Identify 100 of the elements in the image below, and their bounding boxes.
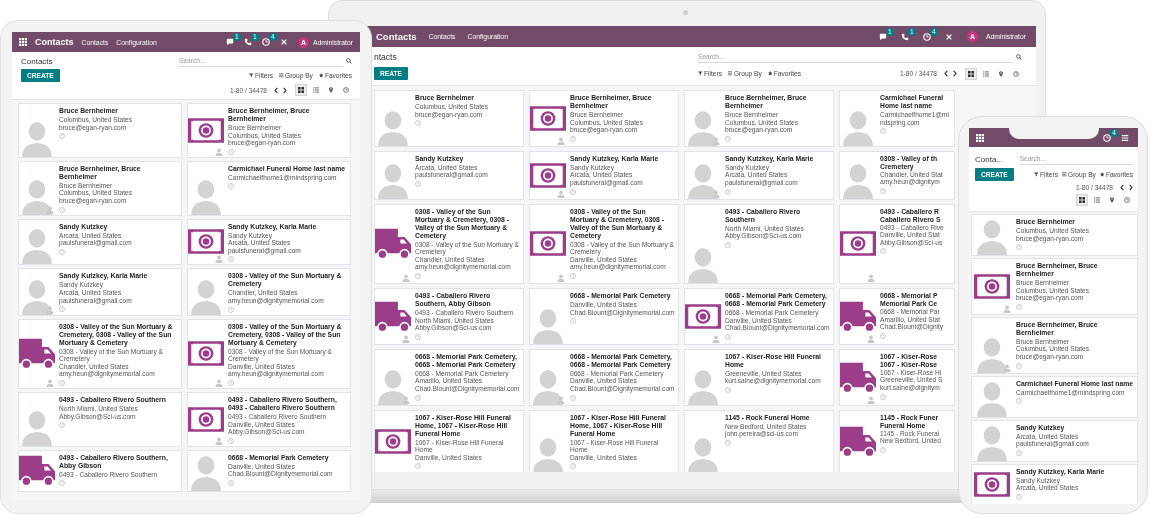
view-button[interactable] bbox=[1076, 194, 1088, 206]
activity-clock-icon[interactable] bbox=[880, 332, 886, 339]
activity-clock-icon[interactable] bbox=[570, 318, 576, 325]
activity-clock-icon[interactable] bbox=[228, 437, 234, 444]
activity-clock-icon[interactable] bbox=[1016, 449, 1022, 456]
apps-grid-icon[interactable] bbox=[976, 133, 984, 142]
activity-clock-icon[interactable] bbox=[1016, 493, 1022, 500]
star-icon bbox=[1099, 172, 1105, 177]
person-silhouette-icon bbox=[686, 435, 720, 472]
activity-clock-icon[interactable] bbox=[570, 463, 576, 470]
list-view-icon bbox=[313, 87, 319, 93]
banknote-icon bbox=[188, 229, 224, 255]
activity-clock-icon[interactable] bbox=[228, 306, 234, 313]
star-icon bbox=[767, 71, 773, 76]
activity-clock-icon[interactable] bbox=[228, 379, 234, 386]
activity-clock-icon[interactable] bbox=[880, 187, 886, 194]
camera-dot bbox=[683, 10, 688, 15]
chevron-left-icon[interactable] bbox=[274, 86, 278, 94]
activity-clock-icon[interactable] bbox=[415, 272, 421, 279]
activity-clock-icon[interactable] bbox=[59, 379, 65, 386]
map-pin-icon bbox=[998, 70, 1004, 77]
activity-clock-icon[interactable] bbox=[1016, 398, 1022, 405]
activity-clock-icon[interactable] bbox=[570, 272, 576, 279]
activity-clock-icon[interactable] bbox=[415, 463, 421, 470]
activity-clock-icon[interactable] bbox=[1016, 244, 1022, 251]
banknote-icon bbox=[530, 231, 566, 257]
view-button[interactable] bbox=[965, 67, 977, 80]
chevron-right-icon[interactable] bbox=[953, 70, 957, 77]
clock-icon bbox=[1013, 70, 1019, 77]
bars-icon bbox=[1062, 172, 1067, 177]
activity-clock-icon[interactable] bbox=[725, 386, 731, 393]
activity-clock-icon[interactable] bbox=[415, 333, 421, 340]
search-icon[interactable] bbox=[346, 58, 352, 64]
app-title: Contacts bbox=[376, 31, 417, 42]
activity-clock-icon[interactable] bbox=[59, 133, 65, 140]
activity-clock-icon[interactable] bbox=[228, 256, 234, 263]
menu-icon[interactable] bbox=[1121, 133, 1129, 142]
chevron-left-icon[interactable] bbox=[944, 70, 948, 77]
banknote-icon bbox=[974, 472, 1010, 498]
activity-clock-icon[interactable] bbox=[59, 248, 65, 255]
activity-clock-icon[interactable] bbox=[725, 135, 731, 142]
truck-icon bbox=[840, 425, 876, 459]
clock-icon[interactable] bbox=[922, 32, 931, 41]
activity-clock-icon[interactable] bbox=[570, 394, 576, 401]
truck-icon bbox=[19, 454, 55, 488]
activity-clock-icon[interactable] bbox=[415, 120, 421, 127]
phone-icon[interactable] bbox=[243, 38, 252, 46]
activity-clock-icon[interactable] bbox=[570, 135, 576, 142]
activity-clock-icon[interactable] bbox=[415, 394, 421, 401]
activity-clock-icon[interactable] bbox=[228, 183, 234, 190]
activity-clock-icon[interactable] bbox=[880, 128, 886, 135]
grid-view-icon bbox=[968, 70, 974, 77]
chat-icon[interactable] bbox=[225, 38, 234, 46]
activity-clock-icon[interactable] bbox=[880, 393, 886, 400]
activity-clock-icon[interactable] bbox=[880, 446, 886, 453]
chat-icon[interactable] bbox=[878, 32, 887, 41]
clock-icon[interactable] bbox=[261, 38, 270, 46]
person-silhouette-icon bbox=[975, 217, 1009, 255]
activity-clock-icon[interactable] bbox=[59, 480, 65, 487]
activity-clock-icon[interactable] bbox=[570, 188, 576, 195]
banknote-icon bbox=[840, 231, 876, 257]
activity-clock-icon[interactable] bbox=[725, 188, 731, 195]
close-icon[interactable] bbox=[279, 38, 288, 46]
funnel-icon bbox=[1034, 172, 1039, 177]
activity-clock-icon[interactable] bbox=[880, 248, 886, 255]
person-silhouette-icon bbox=[20, 226, 54, 265]
bars-icon bbox=[727, 71, 733, 76]
chevron-right-icon[interactable] bbox=[1129, 184, 1133, 191]
funnel-icon bbox=[249, 73, 254, 78]
close-icon[interactable] bbox=[944, 32, 953, 41]
list-view-icon bbox=[1094, 197, 1100, 203]
phone-icon[interactable] bbox=[900, 32, 909, 41]
view-button[interactable] bbox=[295, 84, 307, 96]
clock-icon[interactable] bbox=[1103, 133, 1111, 142]
truck-icon bbox=[19, 337, 55, 371]
list-view-icon bbox=[983, 70, 989, 77]
apps-grid-icon[interactable] bbox=[19, 38, 27, 46]
activity-clock-icon[interactable] bbox=[725, 241, 731, 248]
chevron-left-icon[interactable] bbox=[1120, 184, 1124, 191]
search-icon[interactable] bbox=[1016, 54, 1022, 60]
banknote-icon bbox=[188, 406, 224, 432]
activity-clock-icon[interactable] bbox=[725, 439, 731, 446]
banknote-icon bbox=[375, 429, 411, 455]
map-pin-icon bbox=[328, 87, 334, 93]
activity-clock-icon[interactable] bbox=[1016, 362, 1022, 369]
activity-clock-icon[interactable] bbox=[415, 180, 421, 187]
grid-view-icon bbox=[1079, 197, 1085, 203]
bars-icon bbox=[279, 73, 284, 78]
activity-clock-icon[interactable] bbox=[1016, 303, 1022, 310]
banknote-icon bbox=[530, 162, 566, 188]
truck-icon bbox=[375, 227, 411, 261]
chevron-right-icon[interactable] bbox=[283, 86, 287, 94]
activity-clock-icon[interactable] bbox=[59, 306, 65, 313]
activity-clock-icon[interactable] bbox=[228, 479, 234, 486]
activity-clock-icon[interactable] bbox=[59, 422, 65, 429]
activity-clock-icon[interactable] bbox=[228, 148, 234, 155]
banknote-icon bbox=[188, 341, 224, 367]
activity-clock-icon[interactable] bbox=[725, 333, 731, 340]
banknote-icon bbox=[530, 105, 566, 131]
activity-clock-icon[interactable] bbox=[59, 206, 65, 213]
